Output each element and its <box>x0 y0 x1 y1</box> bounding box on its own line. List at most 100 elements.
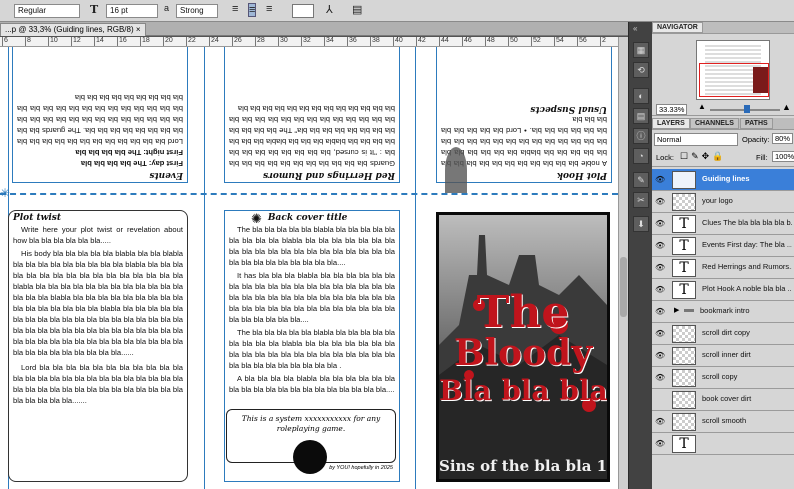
cover-subtitle: Sins of the bla bla 1 <box>439 457 608 475</box>
lock-icons[interactable]: ☐✎✥🔒 <box>680 151 726 162</box>
cover-title-line2: Bloody <box>453 332 593 374</box>
layer-name: scroll inner dirt <box>702 350 751 359</box>
fill-field[interactable]: 100% <box>772 151 794 162</box>
guide-marker-icon: ✳ <box>0 186 11 200</box>
layer-row[interactable]: 👁 T Red Herrings and Rumors... <box>652 257 794 279</box>
antialias-select[interactable]: Strong <box>176 4 218 18</box>
back-cover-content: ✺ Back cover title The bla bla bla bla b… <box>225 211 399 397</box>
character-panel-icon[interactable]: ▤ <box>352 3 362 16</box>
layer-row[interactable]: 👁 ▶ ▬ bookmark intro <box>652 301 794 323</box>
color-icon[interactable]: ◐ <box>633 88 649 104</box>
expand-group-icon[interactable]: ▶ <box>674 306 679 314</box>
ruler-tick: 26 <box>232 37 242 46</box>
document-tab-label: ...p @ 33,3% (Guiding lines, RGB/8) <box>5 25 134 34</box>
info-icon[interactable]: ⓘ <box>633 128 649 144</box>
font-size-select[interactable]: 16 pt <box>106 4 158 18</box>
ruler-tick: 12 <box>71 37 81 46</box>
layer-row[interactable]: book cover dirt <box>652 389 794 411</box>
adjustments-icon[interactable]: ◔ <box>633 148 649 164</box>
ruler-tick: 30 <box>278 37 288 46</box>
align-left-icon[interactable]: ≡ <box>232 3 238 15</box>
zoom-out-icon[interactable]: ▲ <box>698 102 706 111</box>
folder-icon: ▬ <box>684 304 694 315</box>
zoom-slider[interactable] <box>744 105 750 113</box>
usual-suspects-heading: Usual Suspects <box>530 104 607 114</box>
visibility-eye-icon[interactable]: 👁 <box>655 241 665 250</box>
document-tab[interactable]: ...p @ 33,3% (Guiding lines, RGB/8) × <box>0 23 146 36</box>
opacity-label: Opacity: <box>742 135 770 144</box>
scroll-banner[interactable]: This is a system xxxxxxxxxxx for any rol… <box>226 409 396 474</box>
page-plot-twist[interactable]: Plot twist Write here your plot twist or… <box>8 210 188 482</box>
opacity-field[interactable]: 80% <box>772 133 794 144</box>
layer-name: Red Herrings and Rumors... <box>702 262 792 271</box>
align-right-icon[interactable]: ≡ <box>266 3 272 15</box>
tab-navigator[interactable]: NAVIGATOR <box>652 22 703 33</box>
antialias-icon: a <box>164 3 170 13</box>
font-style-select[interactable]: Regular <box>14 4 80 18</box>
layer-row[interactable]: 👁 Guiding lines <box>652 169 794 191</box>
page-events[interactable]: Events First day: The bla bla bla bla Fi… <box>12 47 188 183</box>
layer-row[interactable]: 👁 scroll dirt copy <box>652 323 794 345</box>
blend-mode-select[interactable]: Normal <box>654 133 738 146</box>
visibility-eye-icon[interactable]: 👁 <box>655 197 665 206</box>
visibility-eye-icon[interactable]: 👁 <box>655 263 665 272</box>
tool-presets-icon[interactable]: ✂ <box>633 192 649 208</box>
layer-row[interactable]: 👁 scroll copy <box>652 367 794 389</box>
layer-row[interactable]: 👁 scroll inner dirt <box>652 345 794 367</box>
layer-name: Guiding lines <box>702 174 750 183</box>
warp-text-icon[interactable]: ⅄ <box>326 3 333 16</box>
visibility-eye-icon[interactable]: 👁 <box>655 439 665 448</box>
layer-row[interactable]: 👁 your logo <box>652 191 794 213</box>
plot-twist-body: His body bla bla bla bla bla blabla bla … <box>13 249 183 357</box>
navigator-preview[interactable] <box>696 40 770 100</box>
layer-row[interactable]: 👁 T <box>652 433 794 455</box>
history-icon[interactable]: ⟲ <box>633 62 649 78</box>
minibridge-icon[interactable]: ▦ <box>633 42 649 58</box>
guide-vertical <box>204 47 205 489</box>
zoom-in-icon[interactable]: ▲ <box>782 102 791 112</box>
layer-row[interactable]: 👁 T Plot Hook A noble bla bla ... <box>652 279 794 301</box>
tab-layers[interactable]: LAYERS <box>652 118 690 129</box>
events-text: Lord bla bla bla bla bla bla bla bla bla… <box>17 93 183 146</box>
visibility-eye-icon[interactable]: 👁 <box>655 329 665 338</box>
visibility-eye-icon[interactable]: 👁 <box>655 307 665 316</box>
visibility-eye-icon[interactable]: 👁 <box>655 219 665 228</box>
swatches-icon[interactable]: ▤ <box>633 108 649 124</box>
guide-vertical <box>415 47 416 489</box>
visibility-eye-icon[interactable]: 👁 <box>655 175 665 184</box>
page-red-herrings[interactable]: Red Herrings and Rumors Guards bla bla b… <box>224 47 400 183</box>
ruler-tick: 36 <box>347 37 357 46</box>
collapse-icon[interactable]: « <box>633 24 637 33</box>
close-tab-icon[interactable]: × <box>136 25 141 34</box>
ruler-tick: 10 <box>48 37 58 46</box>
visibility-eye-icon[interactable]: 👁 <box>655 351 665 360</box>
events-heading: Events <box>149 170 183 180</box>
canvas-vertical-scrollbar[interactable] <box>618 37 628 489</box>
visibility-eye-icon[interactable] <box>655 395 665 404</box>
layer-row[interactable]: 👁 T Events First day: The bla ... <box>652 235 794 257</box>
layer-row[interactable]: 👁 T Clues The bla bla bla bla b... <box>652 213 794 235</box>
navigator-view-box[interactable] <box>699 63 769 97</box>
blend-mode-value: Normal <box>657 135 682 144</box>
text-color-swatch[interactable] <box>292 4 314 18</box>
panel-icon-column: « ▦ ⟲ ◐ ▤ ⓘ ◔ ✎ ✂ ⬇ <box>628 22 652 489</box>
visibility-eye-icon[interactable]: 👁 <box>655 417 665 426</box>
font-size-value: 16 pt <box>110 6 128 15</box>
front-cover[interactable]: The Bloody Bla bla bla Sins of the bla b… <box>436 212 610 482</box>
align-center-icon[interactable]: ≡ <box>248 3 257 17</box>
visibility-eye-icon[interactable]: 👁 <box>655 285 665 294</box>
layer-row[interactable]: 👁 scroll smooth <box>652 411 794 433</box>
document-canvas[interactable]: Events First day: The bla bla bla bla Fi… <box>0 47 618 489</box>
plot-twist-content: Plot twist Write here your plot twist or… <box>9 211 187 408</box>
layer-name: Plot Hook A noble bla bla ... <box>702 284 792 293</box>
brush-icon[interactable]: ✎ <box>633 172 649 188</box>
zoom-field[interactable]: 33.33% <box>656 104 688 115</box>
tab-channels[interactable]: CHANNELS <box>690 118 739 129</box>
tab-paths[interactable]: PATHS <box>740 118 773 129</box>
layer-thumbnail <box>672 391 696 409</box>
ruler-tick: 34 <box>324 37 334 46</box>
scrollbar-thumb[interactable] <box>620 257 627 317</box>
visibility-eye-icon[interactable]: 👁 <box>655 373 665 382</box>
text-layer-thumbnail: T <box>672 237 696 255</box>
clone-source-icon[interactable]: ⬇ <box>633 216 649 232</box>
